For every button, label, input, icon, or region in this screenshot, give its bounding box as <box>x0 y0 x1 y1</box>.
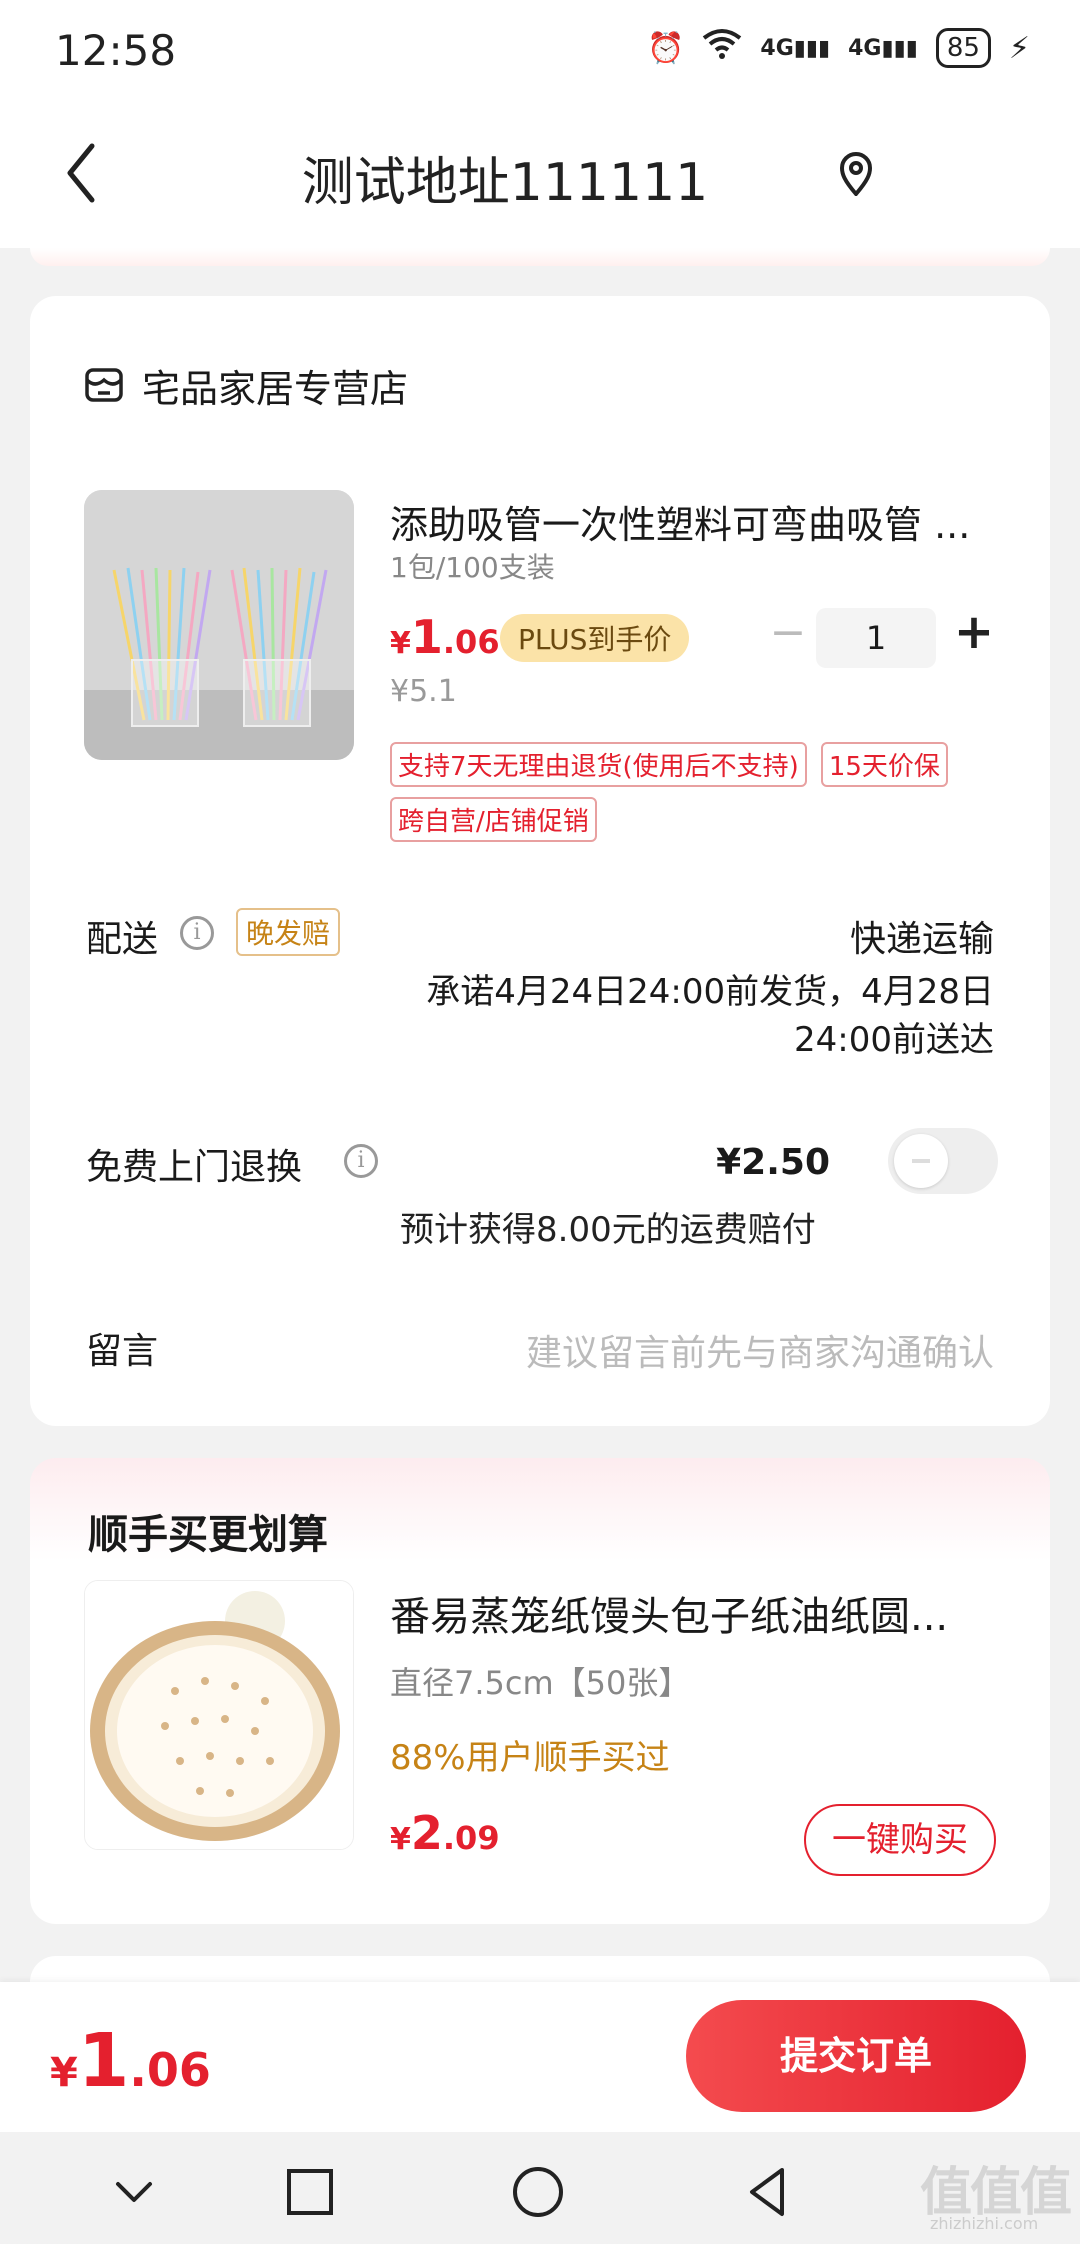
signal-icon-2: 4G▮▮▮ <box>848 35 918 61</box>
service-tags: 支持7天无理由退货(使用后不支持) 15天价保 跨自营/店铺促销 <box>390 742 1010 842</box>
status-icons: ⏰ 4G▮▮▮ 4G▮▮▮ 85 ⚡ <box>647 28 1030 68</box>
recommend-buy-rate: 88%用户顺手买过 <box>390 1738 670 1778</box>
service-tag: 15天价保 <box>820 742 948 787</box>
quantity-input[interactable]: 1 <box>816 608 936 668</box>
address-card-edge <box>30 248 1050 266</box>
order-card: 宅品家居专营店 添助吸管一次性塑料可弯曲吸管 ... 1包/100支装 ¥1.0… <box>30 296 1050 1426</box>
watermark-url: zhizhizhi.com <box>930 2214 1039 2233</box>
product-image[interactable] <box>84 490 354 760</box>
late-compensation-tag: 晚发赔 <box>236 908 341 956</box>
wifi-icon <box>702 28 742 68</box>
recommend-product-title[interactable]: 番易蒸笼纸馒头包子纸油纸圆... <box>390 1584 1010 1642</box>
charging-icon: ⚡ <box>1008 30 1030 66</box>
info-icon[interactable]: i <box>344 1144 378 1178</box>
shipping-method[interactable]: 快递运输 <box>850 910 994 962</box>
message-input[interactable]: 建议留言前先与商家沟通确认 <box>526 1324 994 1376</box>
info-icon[interactable]: i <box>180 916 214 950</box>
free-return-fee: ¥2.50 <box>716 1142 830 1183</box>
product-spec: 1包/100支装 <box>390 551 555 584</box>
submit-order-button[interactable]: 提交订单 <box>686 2000 1026 2112</box>
free-return-label: 免费上门退换 <box>86 1147 303 1188</box>
status-time: 12:58 <box>55 26 177 75</box>
delivery-promise: 承诺4月24日24:00前发货，4月28日24:00前送达 <box>426 972 994 1060</box>
one-click-buy-button[interactable]: 一键购买 <box>804 1804 996 1876</box>
battery-icon: 85 <box>935 28 991 68</box>
product-price: ¥1.06 <box>390 610 500 664</box>
recommend-section-title: 顺手买更划算 <box>88 1512 328 1558</box>
service-tag: 支持7天无理由退货(使用后不支持) <box>390 742 807 787</box>
freight-compensation-text: 预计获得8.00元的运费赔付 <box>400 1210 816 1250</box>
toggle-knob <box>894 1134 948 1188</box>
header: 测试地址111111 <box>0 100 1080 248</box>
store-name[interactable]: 宅品家居专营店 <box>142 358 408 413</box>
chevron-down-icon[interactable] <box>104 2162 164 2222</box>
free-return-toggle[interactable] <box>888 1128 998 1194</box>
square-icon[interactable] <box>280 2162 340 2222</box>
quantity-decrease-button[interactable]: − <box>760 608 816 664</box>
recommend-product-image[interactable] <box>84 1580 354 1850</box>
original-price: ¥5.1 <box>390 674 457 709</box>
recommend-product-price: ¥2.09 <box>390 1806 500 1860</box>
recommend-product-spec: 直径7.5cm【50张】 <box>390 1664 691 1702</box>
checkout-bar: ¥1.06 提交订单 <box>0 1982 1080 2132</box>
status-bar: 12:58 ⏰ 4G▮▮▮ 4G▮▮▮ 85 ⚡ <box>0 0 1080 100</box>
triangle-back-icon[interactable] <box>738 2162 798 2222</box>
store-icon <box>84 364 124 404</box>
system-nav-bar <box>0 2132 1080 2244</box>
plus-price-tag: PLUS到手价 <box>500 614 690 662</box>
product-title[interactable]: 添助吸管一次性塑料可弯曲吸管 ... <box>390 494 1010 549</box>
alarm-icon: ⏰ <box>647 30 685 66</box>
delivery-label: 配送 <box>86 919 159 960</box>
signal-icon-1: 4G▮▮▮ <box>760 35 831 61</box>
service-tag: 跨自营/店铺促销 <box>390 797 597 842</box>
quantity-increase-button[interactable]: + <box>946 606 1002 662</box>
message-label: 留言 <box>86 1331 159 1372</box>
total-price: ¥1.06 <box>50 2018 211 2104</box>
location-pin-icon[interactable] <box>836 152 876 198</box>
recommend-card: 顺手买更划算 番易蒸笼纸馒头包子纸油纸圆... 直径7.5cm【50张】 88%… <box>30 1458 1050 1924</box>
circle-icon[interactable] <box>508 2162 568 2222</box>
